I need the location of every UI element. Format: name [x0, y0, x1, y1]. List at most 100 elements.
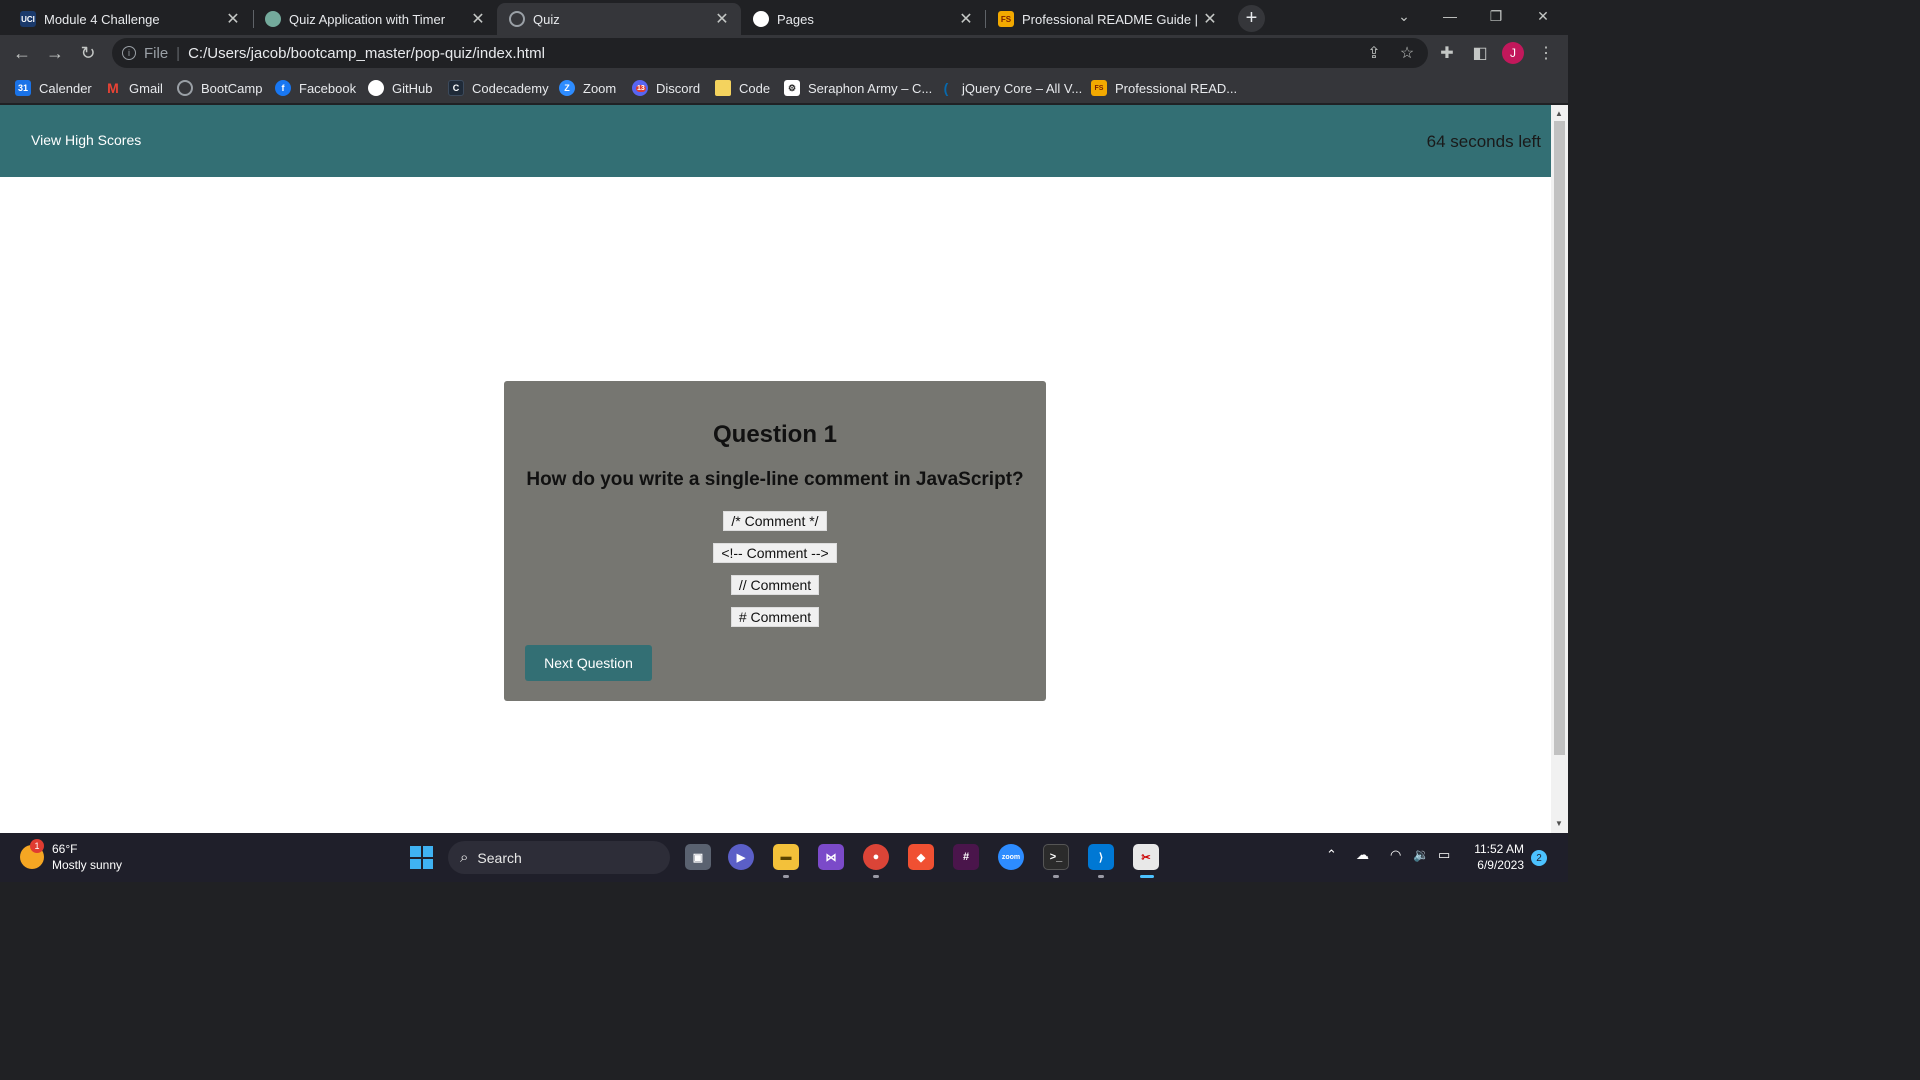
bookmark-bootcamp[interactable]: BootCamp	[177, 78, 262, 98]
close-icon[interactable]: ✕	[1201, 9, 1219, 29]
chrome-icon[interactable]: ●	[863, 844, 889, 870]
weather-condition: Mostly sunny	[52, 858, 123, 872]
taskbar-clock[interactable]: 11:52 AM 6/9/2023	[1466, 841, 1524, 873]
address-bar[interactable]: i File | C:/Users/jacob/bootcamp_master/…	[112, 38, 1428, 68]
tab-strip: UCI Module 4 Challenge ✕ Quiz Applicatio…	[0, 0, 1568, 35]
codecademy-icon: C	[448, 80, 464, 96]
zoom-app-icon[interactable]: zoom	[998, 844, 1024, 870]
windows-taskbar: 1 66°F Mostly sunny ⌕ Search ▣ ▶ ▬ ⋈ ● ◆…	[0, 833, 1568, 882]
bookmark-codecademy[interactable]: C Codecademy	[448, 78, 549, 98]
weather-widget[interactable]: 1 66°F Mostly sunny	[20, 839, 123, 873]
bookmark-zoom[interactable]: Z Zoom	[559, 78, 616, 98]
answer-option-1[interactable]: /* Comment */	[723, 511, 827, 531]
close-icon[interactable]: ✕	[224, 9, 242, 29]
bookmark-seraphon-army[interactable]: ⚙ Seraphon Army – C...	[784, 78, 932, 98]
profile-avatar[interactable]: J	[1502, 42, 1524, 64]
teams-chat-icon[interactable]: ▶	[728, 844, 754, 870]
globe-icon	[509, 11, 525, 27]
bookmark-label: Discord	[656, 80, 701, 96]
bookmark-label: Gmail	[129, 80, 163, 96]
tab-quiz[interactable]: Quiz ✕	[497, 3, 741, 35]
tab-professional-readme-guide[interactable]: FS Professional README Guide | The ✕	[986, 3, 1229, 35]
windows-start-icon[interactable]	[410, 846, 433, 869]
reload-icon[interactable]: ↻	[74, 39, 102, 67]
calendar-icon: 31	[15, 80, 31, 96]
kebab-menu-icon[interactable]: ⋮	[1532, 39, 1560, 67]
search-icon: ⌕	[460, 849, 469, 866]
forward-arrow-icon[interactable]: →	[41, 39, 69, 67]
next-question-button[interactable]: Next Question	[525, 645, 652, 681]
gmail-icon: M	[107, 80, 119, 96]
view-high-scores-link[interactable]: View High Scores	[31, 132, 141, 148]
battery-icon[interactable]: ▭	[1438, 847, 1450, 863]
tray-chevron-up-icon[interactable]: ⌃	[1326, 847, 1337, 863]
tab-search-chevron-icon[interactable]: ⌄	[1381, 0, 1427, 32]
close-window-button[interactable]: ✕	[1520, 0, 1566, 32]
snipping-tool-icon[interactable]: ✂	[1133, 844, 1159, 870]
terminal-icon[interactable]: >_	[1043, 844, 1069, 870]
answer-option-3[interactable]: // Comment	[730, 575, 820, 595]
answer-list: /* Comment */ <!-- Comment --> // Commen…	[504, 511, 1046, 639]
bookmark-gmail[interactable]: M Gmail	[105, 78, 163, 98]
bookmark-label: Calender	[39, 80, 92, 96]
fs-icon: FS	[1091, 80, 1107, 96]
globe-icon	[177, 80, 193, 96]
zoom-icon: Z	[559, 80, 575, 96]
close-icon[interactable]: ✕	[469, 9, 487, 29]
browser-toolbar: ← → ↻ i File | C:/Users/jacob/bootcamp_m…	[0, 35, 1568, 71]
question-text: How do you write a single-line comment i…	[526, 469, 1024, 490]
tab-title: Module 4 Challenge	[44, 11, 160, 27]
file-explorer-icon[interactable]: ▬	[773, 844, 799, 870]
task-view-icon[interactable]: ▣	[685, 844, 711, 870]
folder-icon	[715, 80, 731, 96]
tab-module-4-challenge[interactable]: UCI Module 4 Challenge ✕	[8, 3, 252, 35]
notification-count-badge[interactable]: 2	[1531, 850, 1547, 866]
tab-quiz-application-with-timer[interactable]: Quiz Application with Timer ✕	[253, 3, 497, 35]
visual-studio-icon[interactable]: ⋈	[818, 844, 844, 870]
scroll-up-arrow-icon[interactable]: ▲	[1555, 109, 1563, 118]
bookmark-discord[interactable]: 13 Discord	[632, 78, 700, 98]
scrollbar-thumb[interactable]	[1554, 121, 1565, 755]
vscode-icon[interactable]: ⟩	[1088, 844, 1114, 870]
weather-badge: 1	[30, 839, 44, 853]
address-scheme: File	[144, 44, 169, 62]
bookmark-star-icon[interactable]: ☆	[1393, 39, 1421, 67]
weather-temp: 66°F	[52, 842, 78, 856]
back-arrow-icon[interactable]: ←	[8, 39, 36, 67]
bookmark-facebook[interactable]: f Facebook	[275, 78, 356, 98]
tab-pages[interactable]: Pages ✕	[741, 3, 985, 35]
side-panel-icon[interactable]: ◧	[1466, 39, 1494, 67]
tab-title: Quiz	[533, 11, 560, 27]
answer-option-4[interactable]: # Comment	[730, 607, 820, 627]
taskbar-search-box[interactable]: ⌕ Search	[448, 841, 670, 874]
bookmark-label: Professional READ...	[1115, 80, 1238, 96]
wifi-icon[interactable]: ◠	[1390, 847, 1401, 863]
extensions-puzzle-icon[interactable]: ✚	[1433, 39, 1461, 67]
scroll-down-arrow-icon[interactable]: ▼	[1555, 819, 1563, 828]
git-icon[interactable]: ◆	[908, 844, 934, 870]
volume-icon[interactable]: 🔉	[1413, 847, 1429, 863]
github-icon	[753, 11, 769, 27]
close-icon[interactable]: ✕	[713, 9, 731, 29]
slack-icon[interactable]: #	[953, 844, 979, 870]
close-icon[interactable]: ✕	[957, 9, 975, 29]
running-indicator	[783, 875, 789, 878]
facebook-icon: f	[275, 80, 291, 96]
onedrive-icon[interactable]: ☁	[1356, 847, 1369, 863]
bookmark-calender[interactable]: 31 Calender	[15, 78, 92, 98]
clock-date: 6/9/2023	[1477, 858, 1524, 872]
answer-option-2[interactable]: <!-- Comment -->	[713, 543, 837, 563]
bookmark-github[interactable]: GitHub	[368, 78, 432, 98]
share-icon[interactable]: ⇪	[1360, 39, 1388, 67]
bookmark-jquery-core[interactable]: ( jQuery Core – All V...	[938, 78, 1083, 98]
address-url[interactable]: C:/Users/jacob/bootcamp_master/pop-quiz/…	[188, 45, 545, 62]
page-scrollbar[interactable]: ▲ ▼	[1551, 105, 1568, 833]
restore-button[interactable]: ❐	[1473, 0, 1519, 32]
address-divider: |	[176, 44, 181, 62]
uci-icon: UCI	[20, 11, 36, 27]
bookmark-professional-readme[interactable]: FS Professional READ...	[1091, 78, 1237, 98]
minimize-button[interactable]: —	[1427, 0, 1473, 32]
new-tab-button[interactable]: +	[1238, 5, 1265, 32]
bookmark-code[interactable]: Code	[715, 78, 770, 98]
info-icon[interactable]: i	[122, 46, 136, 60]
